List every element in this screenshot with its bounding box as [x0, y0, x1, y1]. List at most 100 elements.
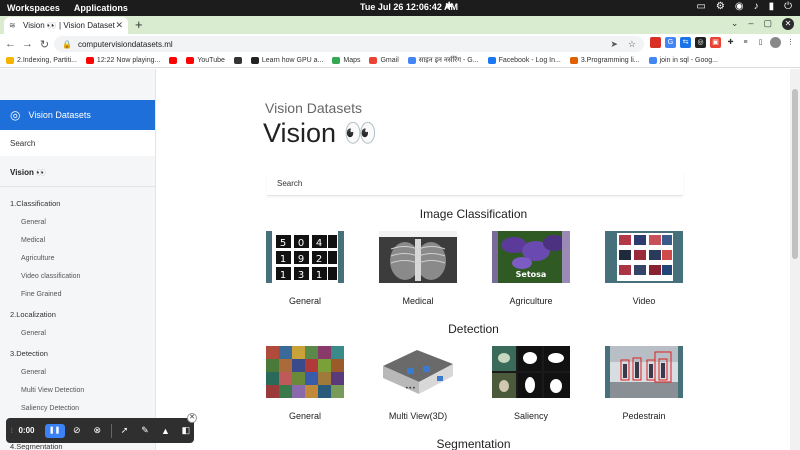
reload-icon[interactable]: ↻ [36, 38, 53, 51]
recording-timer: 0:00 [18, 426, 35, 435]
menu-kebab-icon[interactable]: ⋮ [785, 37, 796, 48]
side-panel-icon[interactable]: ▯ [755, 37, 766, 48]
card-general-classification[interactable]: 5 0 4 1 9 2 1 3 1 General [266, 231, 344, 306]
svg-text:1: 1 [316, 270, 322, 281]
tab-close-icon[interactable]: ✕ [115, 20, 123, 31]
card-agriculture[interactable]: Setosa Agriculture [492, 231, 570, 306]
address-bar[interactable]: 🔒 computervisiondatasets.ml ➤ ☆ [54, 36, 644, 52]
bookmark-label: YouTube [197, 57, 225, 64]
share-icon[interactable]: ➤ [610, 39, 618, 50]
card-pedestrain[interactable]: Pedestrain [605, 346, 683, 421]
card-multi-view[interactable]: ••• Multi View(3D) [379, 346, 457, 421]
sidebar-item[interactable]: General [0, 325, 155, 343]
window-close-icon[interactable]: ✕ [782, 18, 794, 30]
agri-overlay-label: Setosa [516, 270, 547, 279]
sidebar-brand[interactable]: ◎ Vision Datasets [0, 100, 155, 130]
new-tab-button[interactable]: + [135, 18, 143, 32]
bookmark-favicon-icon [369, 57, 378, 64]
reading-list-icon[interactable]: ≡ [740, 37, 751, 48]
recorder-close-icon[interactable]: ✕ [187, 413, 197, 423]
power-icon[interactable]: ⏻ [784, 1, 792, 12]
card-general-detection[interactable]: General [266, 346, 344, 421]
extensions-puzzle-icon[interactable]: ✚ [725, 37, 736, 48]
clock[interactable]: Tue Jul 26 12:06:42 AM [360, 2, 458, 12]
minimize-icon[interactable]: – [748, 18, 753, 30]
tab-search-chevron-icon[interactable]: ⌄ [731, 18, 739, 30]
workspaces-menu[interactable]: Workspaces [7, 3, 60, 13]
pointer-icon[interactable]: ➚ [116, 425, 132, 436]
bookmark-item[interactable] [233, 57, 242, 64]
bookmark-item[interactable]: 3.Programming li... [569, 57, 640, 64]
extension-blue-icon[interactable]: ⇆ [680, 37, 691, 48]
eraser-icon[interactable]: ◧ [178, 425, 194, 436]
lock-icon[interactable]: 🔒 [62, 40, 72, 49]
wifi-icon[interactable]: ◉ [735, 1, 744, 12]
chest-xray-image [379, 231, 457, 283]
scrollbar-thumb[interactable] [792, 89, 798, 259]
sidebar-item[interactable]: General [0, 364, 155, 382]
sidebar-section[interactable]: 1.Classification [0, 193, 155, 214]
tray-menu-icon[interactable]: ▭ [696, 1, 705, 12]
applications-menu[interactable]: Applications [74, 3, 128, 13]
bookmark-item[interactable]: join in sql - Goog... [648, 57, 718, 64]
sidebar-section[interactable]: 3.Detection [0, 343, 155, 364]
bookmark-item[interactable] [169, 57, 178, 64]
notification-icon: ✱ [445, 1, 454, 12]
mic-off-icon[interactable]: ⊗ [89, 425, 105, 436]
bookmark-item[interactable]: Maps [332, 57, 360, 64]
bookmark-item[interactable]: 12:22 Now playing... [85, 57, 160, 64]
sidebar-item[interactable]: General [0, 214, 155, 232]
bookmark-item[interactable]: Facebook - Log In... [487, 57, 561, 64]
extension-dark-icon[interactable]: ◎ [695, 37, 706, 48]
main-search-input[interactable]: Search [267, 171, 683, 196]
bookmark-favicon-icon [332, 57, 341, 64]
card-caption: Multi View(3D) [388, 411, 448, 421]
page-scrollbar[interactable] [790, 69, 800, 450]
saliency-maps-image [492, 346, 570, 398]
sidebar-item[interactable]: Video classification [0, 268, 155, 286]
tab-vision-datasets[interactable]: ≋ Vision 👀 | Vision Datasets ✕ [4, 17, 128, 34]
section-heading-classification: Image Classification [419, 207, 528, 221]
bookmark-label: 3.Programming li... [580, 57, 640, 64]
bookmark-item[interactable]: Learn how GPU a... [250, 57, 323, 64]
settings-gear-icon[interactable]: ⚙ [716, 1, 725, 12]
extension-red-icon[interactable] [650, 37, 661, 48]
sidebar-item[interactable]: Fine Grained [0, 286, 155, 304]
camera-off-icon[interactable]: ⊘ [69, 425, 85, 436]
bookmark-label: Maps [343, 57, 361, 64]
bookmark-item[interactable]: Gmail [369, 57, 399, 64]
sidebar-section[interactable]: 2.Localization [0, 304, 155, 325]
bookmark-item[interactable]: 2.Indexing, Partiti... [6, 57, 77, 64]
card-caption: General [288, 411, 322, 421]
bookmark-item[interactable]: YouTube [186, 57, 225, 64]
drag-handle-icon[interactable]: ⁝ [9, 426, 14, 435]
sidebar-item[interactable]: Saliency Detection [0, 400, 155, 418]
sidebar-item[interactable]: Multi View Detection [0, 382, 155, 400]
extension-box-icon[interactable]: ▣ [710, 37, 721, 48]
tab-title: Vision 👀 | Vision Datasets [23, 21, 116, 30]
bookmark-star-icon[interactable]: ☆ [628, 39, 636, 50]
maximize-icon[interactable]: ▢ [763, 18, 772, 30]
back-arrow-icon[interactable]: ← [2, 38, 19, 50]
bookmark-favicon-icon [6, 57, 14, 64]
card-saliency[interactable]: Saliency [492, 346, 570, 421]
translate-icon[interactable]: G [665, 37, 676, 48]
pause-button[interactable]: ❚❚ [44, 423, 65, 438]
url-text[interactable]: computervisiondatasets.ml [78, 40, 610, 49]
pen-icon[interactable]: ✎ [137, 425, 153, 436]
forward-arrow-icon[interactable]: → [19, 38, 36, 50]
volume-icon[interactable]: ♪ [754, 1, 759, 12]
sidebar-nav: 1.Classification General Medical Agricultur… [0, 193, 155, 450]
card-medical[interactable]: Medical [379, 231, 457, 306]
profile-avatar[interactable] [770, 37, 781, 48]
bookmarks-bar: 2.Indexing, Partiti... 12:22 Now playing.… [0, 54, 800, 68]
card-video[interactable]: Video [605, 231, 683, 306]
bookmark-item[interactable]: साइन इन नर्सरिंग - G... [407, 56, 479, 65]
sidebar-item[interactable]: Medical [0, 232, 155, 250]
highlighter-icon[interactable]: ▲ [157, 426, 173, 436]
sidebar-home-link[interactable]: Vision 👀 [10, 168, 46, 177]
sidebar-search-input[interactable]: Search [0, 130, 155, 156]
bookmark-favicon-icon [233, 57, 242, 64]
sidebar-item[interactable]: Agriculture [0, 250, 155, 268]
battery-icon[interactable]: ▮ [769, 1, 775, 12]
